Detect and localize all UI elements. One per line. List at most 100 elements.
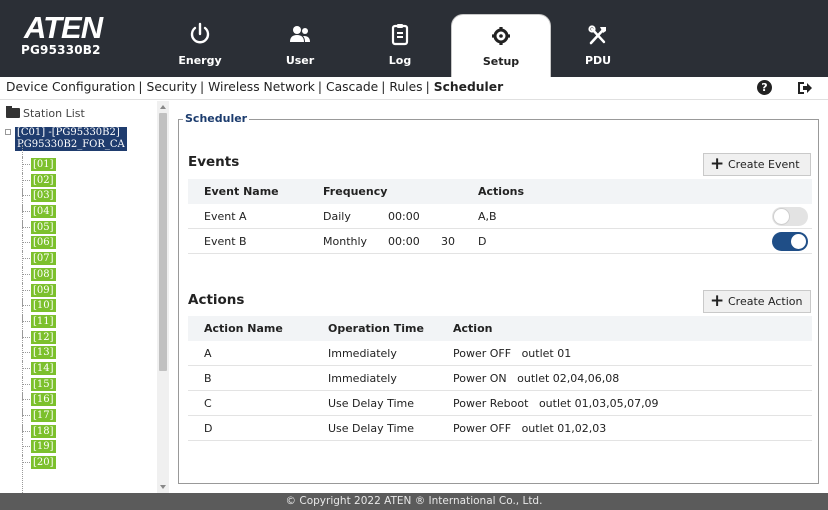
table-row[interactable]: A Immediately Power OFF outlet 01	[188, 341, 812, 366]
tree-connector	[22, 392, 30, 401]
events-table: Event Name Frequency Actions Event A Dai…	[188, 179, 812, 254]
outlet-label[interactable]: [18]	[31, 424, 56, 438]
action-operation-time: Immediately	[328, 347, 397, 360]
tree-connector	[22, 360, 30, 369]
action-detail: Power OFF outlet 01,02,03	[453, 416, 606, 441]
tree-connector	[22, 204, 30, 213]
outlet-label[interactable]: [01]	[31, 158, 56, 171]
outlet-label[interactable]: [08]	[31, 267, 56, 281]
tab-setup[interactable]: Setup	[451, 14, 551, 77]
event-frequency: Daily	[323, 210, 351, 223]
outlet-label[interactable]: [05]	[31, 220, 56, 234]
tree-connector	[22, 298, 30, 307]
outlet-label[interactable]: [17]	[31, 409, 56, 422]
logout-icon[interactable]	[796, 79, 814, 97]
event-time: 00:00	[388, 210, 420, 223]
top-header: ATEN PG95330B2 Energy User Log Setup PDU	[0, 0, 828, 77]
submenu-scheduler[interactable]: Scheduler	[434, 80, 503, 94]
table-row[interactable]: D Use Delay Time Power OFF outlet 01,02,…	[188, 416, 812, 441]
event-time: 00:00	[388, 235, 420, 248]
outlet-label[interactable]: [20]	[31, 456, 56, 470]
outlet-label[interactable]: [14]	[31, 361, 56, 375]
outlet-label[interactable]: [12]	[31, 330, 56, 344]
action-outlets: outlet 01	[521, 347, 572, 360]
logo-text: ATEN	[24, 10, 103, 45]
create-event-button[interactable]: + Create Event	[703, 153, 811, 176]
action-type: Power OFF	[453, 422, 512, 435]
outlet-label[interactable]: [04]	[31, 205, 56, 219]
event-frequency: Monthly	[323, 235, 368, 248]
setup-submenu: Device Configuration | Security | Wireless N…	[0, 77, 828, 100]
submenu-cascade[interactable]: Cascade	[326, 80, 378, 94]
submenu-rules[interactable]: Rules	[389, 80, 422, 94]
scroll-down-arrow-icon[interactable]	[160, 485, 166, 489]
action-detail: Power Reboot outlet 01,03,05,07,09	[453, 391, 659, 416]
event-day: 30	[441, 235, 455, 248]
tree-connector	[22, 219, 30, 228]
help-icon[interactable]: ?	[757, 80, 772, 95]
action-name: C	[204, 397, 212, 410]
device-model: PG95330B2	[21, 43, 101, 57]
table-row[interactable]: C Use Delay Time Power Reboot outlet 01,…	[188, 391, 812, 416]
submenu-device-configuration[interactable]: Device Configuration	[6, 80, 135, 94]
event-name: Event B	[204, 235, 247, 248]
copyright-footer: © Copyright 2022 ATEN ® International Co…	[0, 493, 828, 510]
table-row[interactable]: B Immediately Power ON outlet 02,04,06,0…	[188, 366, 812, 391]
actions-table-header: Action Name Operation Time Action	[188, 316, 812, 341]
event-enable-toggle[interactable]	[772, 232, 808, 251]
outlet-label[interactable]: [13]	[31, 346, 56, 360]
col-event-name: Event Name	[204, 185, 279, 198]
submenu-wireless-network[interactable]: Wireless Network	[208, 80, 315, 94]
station-list-header: Station List	[6, 106, 85, 120]
scrollbar-thumb[interactable]	[159, 113, 167, 371]
create-action-label: Create Action	[728, 295, 803, 308]
separator: |	[317, 80, 323, 94]
tab-label: Log	[388, 54, 412, 67]
outlet-label[interactable]: [15]	[31, 377, 56, 391]
power-icon	[150, 22, 250, 52]
event-actions: A,B	[478, 210, 497, 223]
table-row[interactable]: Event B Monthly 00:00 30 D	[188, 229, 812, 254]
outlet-label[interactable]: [02]	[31, 173, 56, 187]
outlet-label[interactable]: [19]	[31, 440, 56, 454]
tab-label: Energy	[178, 54, 222, 67]
outlet-label[interactable]: [11]	[31, 314, 56, 328]
action-name: A	[204, 347, 212, 360]
tab-user[interactable]: User	[250, 14, 350, 77]
create-event-label: Create Event	[728, 158, 800, 171]
submenu-security[interactable]: Security	[147, 80, 198, 94]
tab-pdu[interactable]: PDU	[548, 14, 648, 77]
tab-label: PDU	[584, 54, 612, 67]
tab-energy[interactable]: Energy	[150, 14, 250, 77]
folder-icon	[6, 106, 20, 118]
outlet-label[interactable]: [16]	[31, 393, 56, 407]
outlet-label[interactable]: [09]	[31, 283, 56, 297]
col-actions: Actions	[478, 185, 524, 198]
action-outlets: outlet 01,02,03	[521, 422, 607, 435]
col-frequency: Frequency	[323, 185, 388, 198]
outlet-label[interactable]: [07]	[31, 252, 56, 266]
outlet-label[interactable]: [03]	[31, 189, 56, 203]
outlet-label[interactable]: [06]	[31, 236, 56, 250]
station-label[interactable]: [C01] -[PG95330B2] PG95330B2_FOR_CA	[15, 127, 127, 151]
toggle-knob	[790, 233, 807, 250]
tree-connector	[22, 329, 30, 338]
tab-log[interactable]: Log	[350, 14, 450, 77]
scroll-up-arrow-icon[interactable]	[160, 105, 166, 109]
create-action-button[interactable]: + Create Action	[703, 290, 811, 313]
action-detail: Power OFF outlet 01	[453, 341, 571, 366]
event-actions: D	[478, 235, 487, 248]
station-list-panel: Station List [C01] -[PG95330B2] PG95330B2…	[0, 101, 170, 493]
sidebar-scrollbar[interactable]	[157, 101, 169, 493]
tree-connector	[22, 439, 30, 448]
outlet-label[interactable]: [10]	[31, 299, 56, 313]
station-label-line2: PG95330B2_FOR_CA	[17, 139, 125, 150]
events-table-header: Event Name Frequency Actions	[188, 179, 812, 204]
event-enable-toggle[interactable]	[772, 207, 808, 226]
toggle-knob	[773, 208, 790, 225]
tab-label: Setup	[482, 55, 520, 68]
tree-connector	[22, 282, 30, 291]
table-row[interactable]: Event A Daily 00:00 A,B	[188, 204, 812, 229]
tree-connector	[22, 313, 30, 322]
tree-connector	[22, 455, 30, 464]
